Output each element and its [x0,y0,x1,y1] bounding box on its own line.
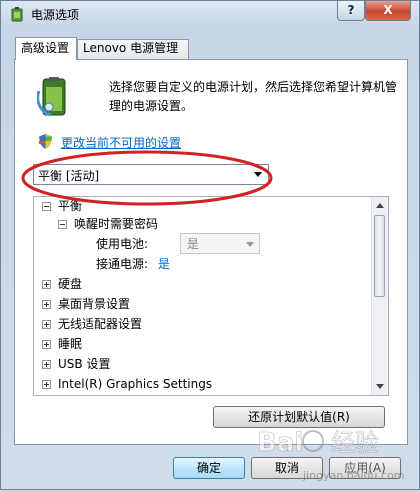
ok-button[interactable]: 确定 [173,457,245,479]
power-options-icon [11,7,23,22]
uac-shield-icon [39,134,52,149]
collapse-icon[interactable] [58,220,67,229]
chevron-down-icon [246,242,254,247]
power-plan-select[interactable]: 平衡 [活动] [33,164,269,185]
scroll-up-icon[interactable] [376,203,384,208]
title-bar: 电源选项 ? X [1,1,419,27]
close-button[interactable]: X [365,1,411,21]
tree-item-balanced[interactable]: 平衡 [38,197,82,215]
plugged-in-label: 接通电源: [96,257,149,271]
tree-item-label: 桌面背景设置 [58,297,131,311]
window-title: 电源选项 [31,8,80,22]
on-battery-label: 使用电池: [96,237,149,251]
tree-item-wireless-adapter[interactable]: 无线适配器设置 [38,315,142,333]
tree-item-wake-password[interactable]: 唤醒时需要密码 [58,215,158,233]
plugged-in-value[interactable]: 是 [158,257,170,271]
change-unavailable-settings-link[interactable]: 更改当前不可用的设置 [61,134,181,151]
restore-defaults-button[interactable]: 还原计划默认值(R) [213,406,385,428]
tree-scrollbar[interactable] [371,197,388,395]
description-text: 选择您要自定义的电源计划，然后选择您希望计算机管理的电源设置。 [109,80,398,113]
tree-item-sleep[interactable]: 睡眠 [38,335,82,353]
tree-item-label: 无线适配器设置 [58,317,143,331]
tree-item-label: 唤醒时需要密码 [74,217,159,231]
expand-icon[interactable] [42,280,51,289]
tree-item-plugged-in: 接通电源: 是 [96,255,170,273]
tree-item-label: 硬盘 [58,277,83,291]
tree-item-usb[interactable]: USB 设置 [38,355,110,373]
power-plan-value: 平衡 [活动] [38,169,100,183]
expand-icon[interactable] [42,340,51,349]
on-battery-value: 是 [187,237,200,251]
expand-icon[interactable] [42,300,51,309]
help-button[interactable]: ? [337,1,365,21]
tree-item-on-battery: 使用电池: 是 [96,233,260,254]
advanced-settings-panel: 选择您要自定义的电源计划，然后选择您希望计算机管理的电源设置。 更改当前不可用的… [14,59,408,445]
tree-item-hard-disk[interactable]: 硬盘 [38,275,82,293]
scroll-down-icon[interactable] [376,384,384,389]
tree-item-label: Intel(R) Graphics Settings [58,377,213,391]
tree-item-desktop-background[interactable]: 桌面背景设置 [38,295,130,313]
cancel-button[interactable]: 取消 [251,457,323,479]
expand-icon[interactable] [42,320,51,329]
tree-item-label: 平衡 [58,199,83,213]
battery-icon [37,77,66,117]
collapse-icon[interactable] [42,202,51,211]
settings-tree: 平衡 唤醒时需要密码 使用电池: 是 接通电源: 是 硬盘 桌面背景设置 无线适… [33,196,389,396]
power-options-dialog: 电源选项 ? X 高级设置 Lenovo 电源管理 选择您要自定义的电源计划，然… [0,0,420,490]
on-battery-select[interactable]: 是 [180,233,260,254]
chevron-down-icon [254,172,262,177]
tree-item-intel-graphics[interactable]: Intel(R) Graphics Settings [38,375,212,393]
expand-icon[interactable] [42,380,51,389]
tab-lenovo-power-management[interactable]: Lenovo 电源管理 [77,39,189,59]
expand-icon[interactable] [42,360,51,369]
tab-advanced-settings[interactable]: 高级设置 [15,37,77,60]
scroll-thumb[interactable] [374,215,385,297]
apply-button[interactable]: 应用(A) [329,457,401,479]
tree-item-label: 睡眠 [58,337,83,351]
tree-item-label: USB 设置 [58,357,111,371]
